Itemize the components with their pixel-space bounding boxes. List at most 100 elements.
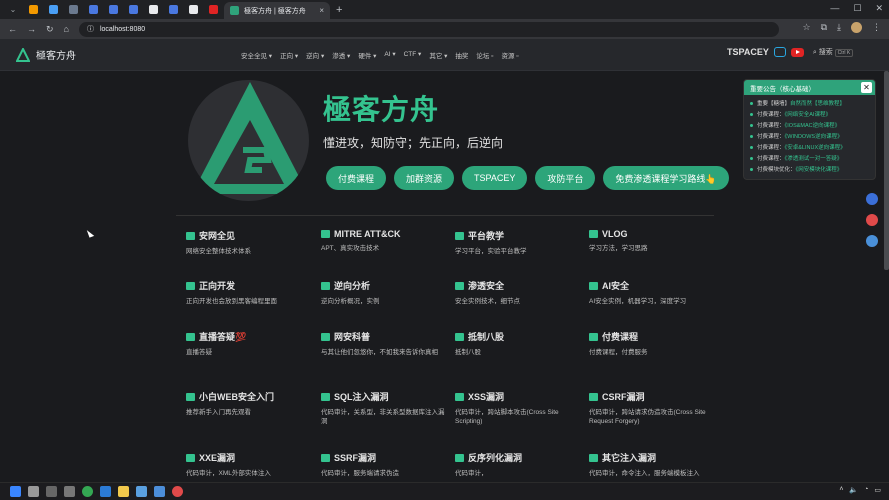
maximize-icon[interactable]: ☐: [853, 3, 861, 14]
card-vlog[interactable]: VLOG 学习方法，学习思路: [589, 229, 717, 253]
nav-item-forward[interactable]: 正向 ▾: [280, 50, 298, 60]
browser-menu-icon[interactable]: ⋮: [872, 22, 881, 35]
card-paid[interactable]: 付费课程 付费课程，付费服务: [589, 330, 717, 357]
tab-favicon-4[interactable]: [84, 2, 102, 17]
record-icon[interactable]: [172, 486, 183, 497]
tspacey-button[interactable]: TSPACEY: [462, 166, 528, 190]
tray-arrow-icon[interactable]: ˄: [839, 486, 843, 494]
network-app-icon[interactable]: [136, 486, 147, 497]
card-deserialization[interactable]: 反序列化漏洞 代码审计，: [455, 451, 583, 478]
tab-favicon-2[interactable]: [44, 2, 62, 17]
page-scrollbar[interactable]: [884, 71, 889, 270]
app-icon-2[interactable]: [154, 486, 165, 497]
notice-link[interactable]: 《网安模块化课程》: [796, 167, 843, 173]
notice-link[interactable]: 自然而然【思维教程】: [790, 101, 845, 107]
task-view-icon[interactable]: [28, 486, 39, 497]
extensions-icon[interactable]: ⧉: [821, 22, 827, 35]
start-icon[interactable]: [10, 486, 21, 497]
site-info-icon[interactable]: ⓘ: [87, 24, 94, 34]
card-xxe[interactable]: XXE漏洞 代码审计，XML外部实体注入: [186, 451, 314, 478]
wifi-icon[interactable]: ◔: [864, 486, 868, 494]
download-icon[interactable]: ⤓: [837, 22, 841, 35]
tab-menu-icon[interactable]: ⌄: [4, 2, 22, 17]
tab-favicon-9[interactable]: [184, 2, 202, 17]
chrome-icon[interactable]: [82, 486, 93, 497]
nav-item-forum[interactable]: 论坛 ▫: [476, 50, 493, 60]
search-button[interactable]: ⌕ 搜索 Ctrl K: [813, 47, 854, 57]
tab-favicon-7[interactable]: [144, 2, 162, 17]
card-ssrf[interactable]: SSRF漏洞 代码审计，服务端请求伪造: [321, 451, 449, 478]
extension-icon-3[interactable]: [866, 235, 878, 247]
youtube-icon[interactable]: [790, 47, 804, 57]
minimize-icon[interactable]: —: [830, 3, 839, 14]
url-text[interactable]: localhost:8080: [100, 26, 145, 33]
profile-avatar[interactable]: [851, 22, 862, 35]
card-reverse[interactable]: 逆向分析 逆向分析概况，实例: [321, 279, 449, 306]
volume-icon[interactable]: 🔈: [849, 486, 858, 494]
close-window-icon[interactable]: ✕: [875, 3, 883, 14]
vscode-icon[interactable]: [100, 486, 111, 497]
nav-item-hardware[interactable]: 硬件 ▾: [358, 50, 376, 60]
nav-item-security[interactable]: 安全全见 ▾: [241, 50, 272, 60]
tab-favicon-8[interactable]: [164, 2, 182, 17]
card-sqli[interactable]: SQL注入漏洞 代码审计，关系型，非关系型数据库注入漏洞: [321, 390, 449, 427]
notice-item[interactable]: 付费课程：《WINDOWS逆向课程》: [750, 132, 875, 143]
brand-link[interactable]: TSPACEY: [727, 47, 769, 57]
tab-favicon-10[interactable]: [204, 2, 222, 17]
site-logo[interactable]: 極客方舟: [16, 47, 76, 62]
card-ai-security[interactable]: AI安全 AI安全实例，机器学习，深度学习: [589, 279, 717, 306]
notice-link[interactable]: 《安卓&LINUX逆向课程》: [785, 145, 846, 151]
notice-link[interactable]: 《渗透测试一对一答疑》: [785, 156, 843, 162]
notice-link[interactable]: 《WINDOWS逆向课程》: [785, 134, 843, 140]
card-security-overview[interactable]: 安网全见 网络安全整体技术体系: [186, 229, 314, 256]
notification-icon[interactable]: ▭: [874, 486, 881, 494]
url-bar[interactable]: ⓘ localhost:8080: [78, 21, 779, 37]
notice-link[interactable]: 《网络安全AI课程》: [785, 112, 831, 118]
join-group-button[interactable]: 加群资源: [394, 166, 455, 190]
card-science[interactable]: 网安科普 与其让他们忽悠你，不如我来告诉你真相: [321, 330, 449, 357]
target-icon[interactable]: [866, 214, 878, 226]
attack-defense-button[interactable]: 攻防平台: [535, 166, 596, 190]
card-web-intro[interactable]: 小白WEB安全入门 推荐新手入门再先观看: [186, 390, 314, 417]
free-roadmap-button[interactable]: 免费渗透课程学习路线👆: [603, 166, 729, 190]
tab-favicon-1[interactable]: [24, 2, 42, 17]
card-other-injection[interactable]: 其它注入漏洞 代码审计，命令注入，服务端模板注入: [589, 451, 717, 478]
reload-icon[interactable]: ↻: [46, 24, 54, 35]
nav-item-other[interactable]: 其它 ▾: [429, 50, 447, 60]
home-icon[interactable]: ⌂: [64, 24, 69, 34]
card-xss[interactable]: XSS漏洞 代码审计，跨站脚本攻击(Cross Site Scripting): [455, 390, 583, 427]
folder-icon[interactable]: [118, 486, 129, 497]
card-live-qa[interactable]: 直播答疑💯 直播答疑: [186, 330, 314, 357]
nav-item-resources[interactable]: 资源 ▫: [502, 50, 519, 60]
card-pentest[interactable]: 渗透安全 安全实例技术，细节点: [455, 279, 583, 306]
paid-courses-button[interactable]: 付费课程: [326, 166, 387, 190]
nav-item-lottery[interactable]: 抽奖: [455, 50, 468, 60]
notice-link[interactable]: 《IOS&MAC逆向课程》: [785, 123, 841, 129]
nav-item-ai[interactable]: AI ▾: [384, 50, 395, 60]
notice-close-icon[interactable]: ✕: [861, 82, 872, 93]
notice-item[interactable]: 付费课程：《安卓&LINUX逆向课程》: [750, 143, 875, 154]
tab-favicon-6[interactable]: [124, 2, 142, 17]
extension-icon-1[interactable]: [866, 193, 878, 205]
app-icon[interactable]: [64, 486, 75, 497]
tab-favicon-3[interactable]: [64, 2, 82, 17]
notice-item[interactable]: 付费模块优化：《网安模块化课程》: [750, 165, 875, 176]
tab-favicon-5[interactable]: [104, 2, 122, 17]
card-platform[interactable]: 平台教学 学习平台，实验平台教学: [455, 229, 583, 256]
bilibili-icon[interactable]: [773, 47, 786, 57]
new-tab-button[interactable]: +: [336, 4, 342, 16]
forward-icon[interactable]: →: [27, 24, 36, 34]
card-anti-bagu[interactable]: 抵制八股 抵制八股: [455, 330, 583, 357]
card-csrf[interactable]: CSRF漏洞 代码审计，跨站请求伪造攻击(Cross Site Request F…: [589, 390, 717, 427]
back-icon[interactable]: ←: [8, 24, 17, 34]
active-tab[interactable]: 極客方舟 | 極客方舟 ×: [224, 2, 330, 19]
bookmark-star-icon[interactable]: ☆: [803, 22, 811, 35]
nav-item-ctf[interactable]: CTF ▾: [404, 50, 422, 60]
close-tab-icon[interactable]: ×: [319, 6, 324, 15]
notice-item[interactable]: 付费课程：《IOS&MAC逆向课程》: [750, 121, 875, 132]
terminal-icon[interactable]: [46, 486, 57, 497]
nav-item-pentest[interactable]: 渗透 ▾: [332, 50, 350, 60]
nav-item-reverse[interactable]: 逆向 ▾: [306, 50, 324, 60]
notice-item[interactable]: 付费课程：《渗透测试一对一答疑》: [750, 154, 875, 165]
card-forward-dev[interactable]: 正向开发 正向开发也会放到黑客编程里面: [186, 279, 314, 306]
